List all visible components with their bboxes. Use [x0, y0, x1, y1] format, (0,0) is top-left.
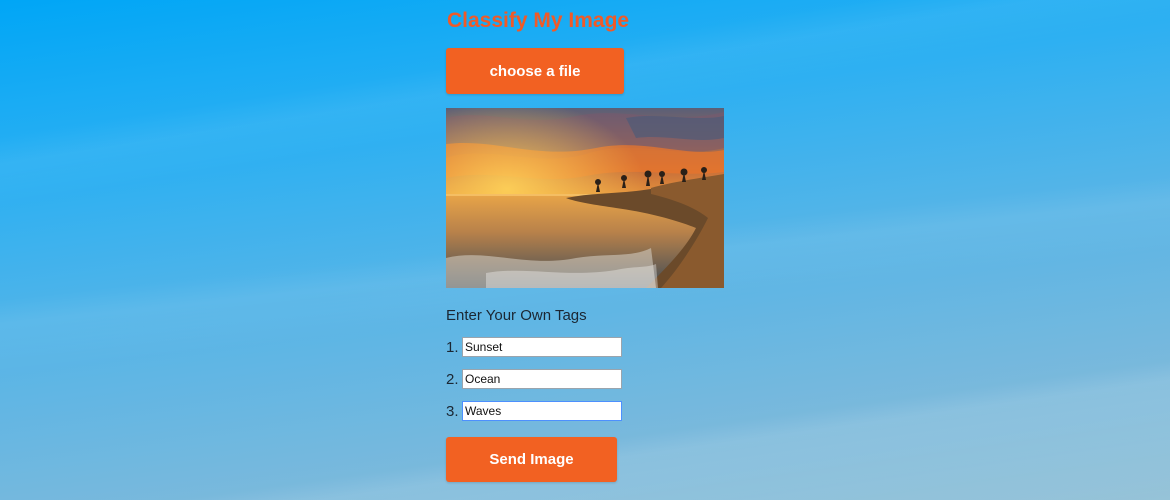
tag-input-1[interactable]: [462, 337, 622, 357]
tag-number-3: 3.: [446, 402, 459, 420]
tag-input-2[interactable]: [462, 369, 622, 389]
send-image-button[interactable]: Send Image: [446, 437, 617, 482]
tag-row-2: 2.: [446, 369, 622, 389]
page-title: Classify My Image: [447, 9, 630, 32]
choose-file-button[interactable]: choose a file: [446, 48, 624, 94]
tag-number-2: 2.: [446, 370, 459, 388]
tag-row-1: 1.: [446, 337, 622, 357]
sunset-photo: [446, 108, 724, 288]
tag-input-3[interactable]: [462, 401, 622, 421]
tag-number-1: 1.: [446, 338, 459, 356]
tag-row-3: 3.: [446, 401, 622, 421]
tags-heading: Enter Your Own Tags: [446, 307, 587, 324]
image-preview: [446, 108, 724, 288]
